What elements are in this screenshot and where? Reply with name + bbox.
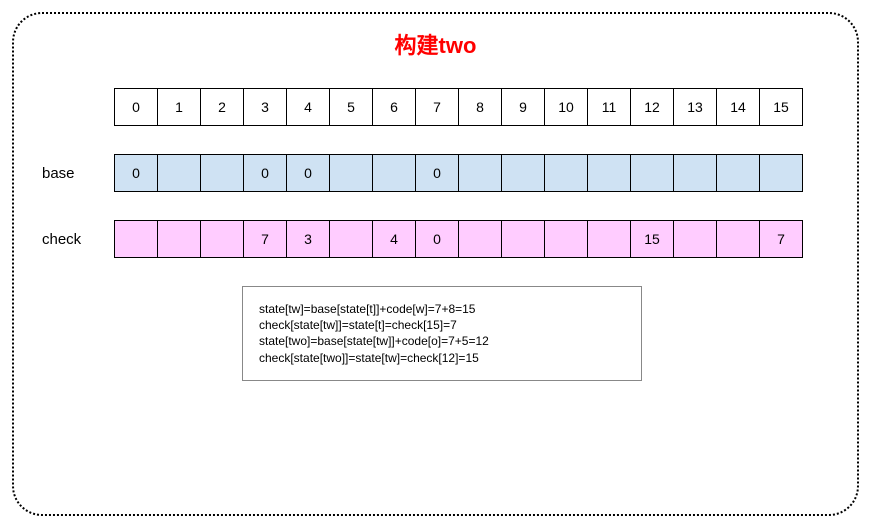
array-cell — [673, 154, 717, 192]
array-cell — [673, 220, 717, 258]
array-cell: 0 — [415, 220, 459, 258]
calc-line: check[state[tw]]=state[t]=check[15]=7 — [259, 317, 625, 333]
array-cell: 12 — [630, 88, 674, 126]
array-cell — [458, 220, 502, 258]
calc-line: state[two]=base[state[tw]]+code[o]=7+5=1… — [259, 333, 625, 349]
calc-line: check[state[two]]=state[tw]=check[12]=15 — [259, 350, 625, 366]
array-cell: 4 — [372, 220, 416, 258]
array-cell: 1 — [157, 88, 201, 126]
array-cell — [587, 220, 631, 258]
array-cell: 10 — [544, 88, 588, 126]
array-cell: 5 — [329, 88, 373, 126]
array-cell: 14 — [716, 88, 760, 126]
array-cell — [329, 220, 373, 258]
array-cell: 15 — [759, 88, 803, 126]
array-cell: 3 — [243, 88, 287, 126]
base-array: 0000 — [114, 154, 803, 192]
array-cell: 4 — [286, 88, 330, 126]
array-cell: 15 — [630, 220, 674, 258]
array-cell: 8 — [458, 88, 502, 126]
array-cell: 2 — [200, 88, 244, 126]
index-row: 0123456789101112131415 — [42, 88, 829, 126]
array-cell: 0 — [114, 88, 158, 126]
array-cell: 7 — [759, 220, 803, 258]
array-cell — [200, 154, 244, 192]
array-cell: 3 — [286, 220, 330, 258]
array-cell — [630, 154, 674, 192]
check-row: check 7340157 — [42, 220, 829, 258]
base-label: base — [42, 165, 114, 182]
array-cell — [716, 220, 760, 258]
check-array: 7340157 — [114, 220, 803, 258]
index-array: 0123456789101112131415 — [114, 88, 803, 126]
array-cell: 0 — [243, 154, 287, 192]
array-cell — [759, 154, 803, 192]
check-label: check — [42, 231, 114, 248]
calc-line: state[tw]=base[state[t]]+code[w]=7+8=15 — [259, 301, 625, 317]
array-cell: 0 — [114, 154, 158, 192]
diagram-frame: 构建two 0123456789101112131415 base 0000 c… — [12, 12, 859, 516]
array-cell — [501, 220, 545, 258]
array-cell — [501, 154, 545, 192]
array-cell: 0 — [286, 154, 330, 192]
array-cell: 6 — [372, 88, 416, 126]
array-cell — [157, 154, 201, 192]
calculation-box: state[tw]=base[state[t]]+code[w]=7+8=15c… — [242, 286, 642, 381]
array-cell — [157, 220, 201, 258]
array-cell — [716, 154, 760, 192]
array-cell — [372, 154, 416, 192]
page-title: 构建two — [42, 28, 829, 60]
array-cell: 7 — [415, 88, 459, 126]
array-cell: 0 — [415, 154, 459, 192]
array-cell — [544, 220, 588, 258]
base-row: base 0000 — [42, 154, 829, 192]
array-cell — [587, 154, 631, 192]
array-cell — [114, 220, 158, 258]
array-cell: 7 — [243, 220, 287, 258]
array-cell: 11 — [587, 88, 631, 126]
array-cell — [329, 154, 373, 192]
array-cell — [200, 220, 244, 258]
array-cell — [544, 154, 588, 192]
array-cell — [458, 154, 502, 192]
array-cell: 13 — [673, 88, 717, 126]
array-cell: 9 — [501, 88, 545, 126]
